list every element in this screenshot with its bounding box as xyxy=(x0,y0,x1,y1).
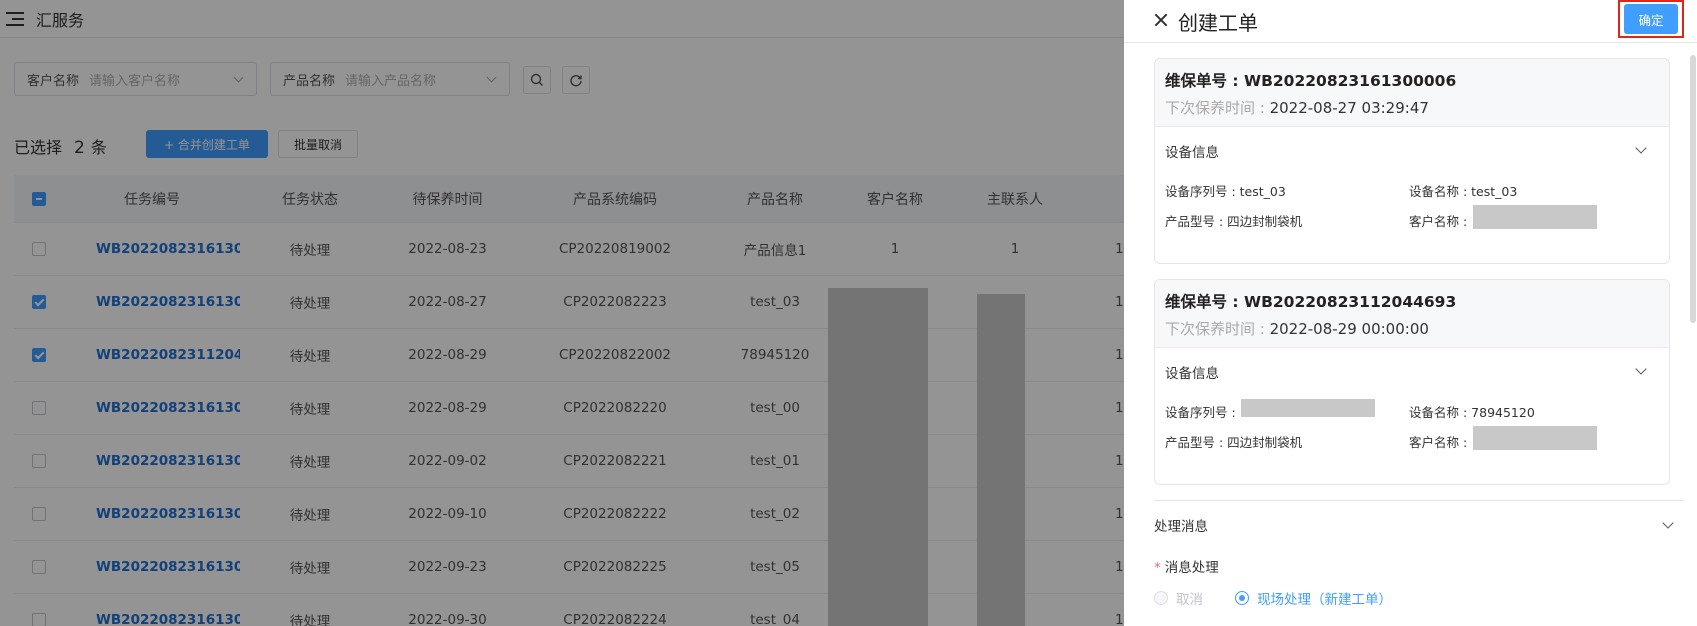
next-maintenance: 下次保养时间 : 2022-08-29 00:00:00 xyxy=(1165,318,1659,339)
device-info-title: 设备信息 xyxy=(1165,366,1219,382)
order-number: 维保单号 : WB20220823161300006 xyxy=(1165,72,1457,90)
device-name: 设备名称 : 78945120 xyxy=(1409,405,1535,420)
next-maintenance-label: 下次保养时间 : xyxy=(1165,320,1270,338)
redacted-customer xyxy=(1473,205,1597,229)
device-serial: 设备序列号 : test_03 xyxy=(1165,184,1286,199)
process-section-title: 处理消息 xyxy=(1154,519,1208,535)
radio-cancel[interactable] xyxy=(1154,591,1168,605)
close-icon[interactable] xyxy=(1150,10,1172,32)
overlay-mask[interactable] xyxy=(0,0,1124,626)
order-card: 维保单号 : WB20220823112044693 下次保养时间 : 2022… xyxy=(1154,279,1670,485)
device-name: 设备名称 : test_03 xyxy=(1409,184,1518,199)
customer-name-label: 客户名称 : xyxy=(1409,435,1468,450)
drawer-title: 创建工单 xyxy=(1178,10,1258,35)
order-card: 维保单号 : WB20220823161300006 下次保养时间 : 2022… xyxy=(1154,58,1670,264)
chevron-down-icon xyxy=(1635,363,1647,375)
device-info: 设备序列号 : 设备名称 : 78945120 产品型号 : 四边封制袋机 客户… xyxy=(1155,396,1669,486)
redacted-customer xyxy=(1473,426,1597,450)
next-maintenance-value: 2022-08-29 00:00:00 xyxy=(1269,320,1429,338)
chevron-down-icon xyxy=(1662,517,1674,529)
process-label-text: 消息处理 xyxy=(1164,560,1219,576)
device-info-toggle[interactable]: 设备信息 xyxy=(1155,348,1669,396)
device-info: 设备序列号 : test_03 设备名称 : test_03 产品型号 : 四边… xyxy=(1155,175,1669,265)
card-header: 维保单号 : WB20220823112044693 下次保养时间 : 2022… xyxy=(1155,280,1669,348)
customer-name-label: 客户名称 : xyxy=(1409,214,1468,229)
radio-cancel-label[interactable]: 取消 xyxy=(1176,588,1203,608)
radio-onsite-label[interactable]: 现场处理（新建工单） xyxy=(1257,588,1392,608)
redacted-serial xyxy=(1241,399,1375,417)
product-model: 产品型号 : 四边封制袋机 xyxy=(1165,214,1303,229)
required-mark: * xyxy=(1154,560,1161,576)
next-maintenance-value: 2022-08-27 03:29:47 xyxy=(1269,99,1429,117)
divider xyxy=(1154,500,1684,501)
process-section-toggle[interactable]: 处理消息 xyxy=(1154,510,1684,540)
next-maintenance: 下次保养时间 : 2022-08-27 03:29:47 xyxy=(1165,97,1659,118)
create-order-drawer: 创建工单 确定 维保单号 : WB20220823161300006 下次保养时… xyxy=(1124,0,1697,626)
card-header: 维保单号 : WB20220823161300006 下次保养时间 : 2022… xyxy=(1155,59,1669,127)
device-serial: 设备序列号 : xyxy=(1165,405,1236,420)
process-radio-group: 取消 现场处理（新建工单） xyxy=(1154,588,1392,608)
confirm-button[interactable]: 确定 xyxy=(1624,4,1678,34)
device-info-title: 设备信息 xyxy=(1165,145,1219,161)
chevron-down-icon xyxy=(1635,142,1647,154)
radio-onsite[interactable] xyxy=(1235,591,1249,605)
drawer-scrollbar[interactable] xyxy=(1690,55,1696,323)
device-info-toggle[interactable]: 设备信息 xyxy=(1155,127,1669,175)
next-maintenance-label: 下次保养时间 : xyxy=(1165,99,1270,117)
product-model: 产品型号 : 四边封制袋机 xyxy=(1165,435,1303,450)
confirm-highlight: 确定 xyxy=(1618,0,1684,38)
order-number: 维保单号 : WB20220823112044693 xyxy=(1165,293,1457,311)
process-field-label: * 消息处理 xyxy=(1154,556,1219,576)
drawer-header: 创建工单 确定 xyxy=(1124,0,1697,43)
